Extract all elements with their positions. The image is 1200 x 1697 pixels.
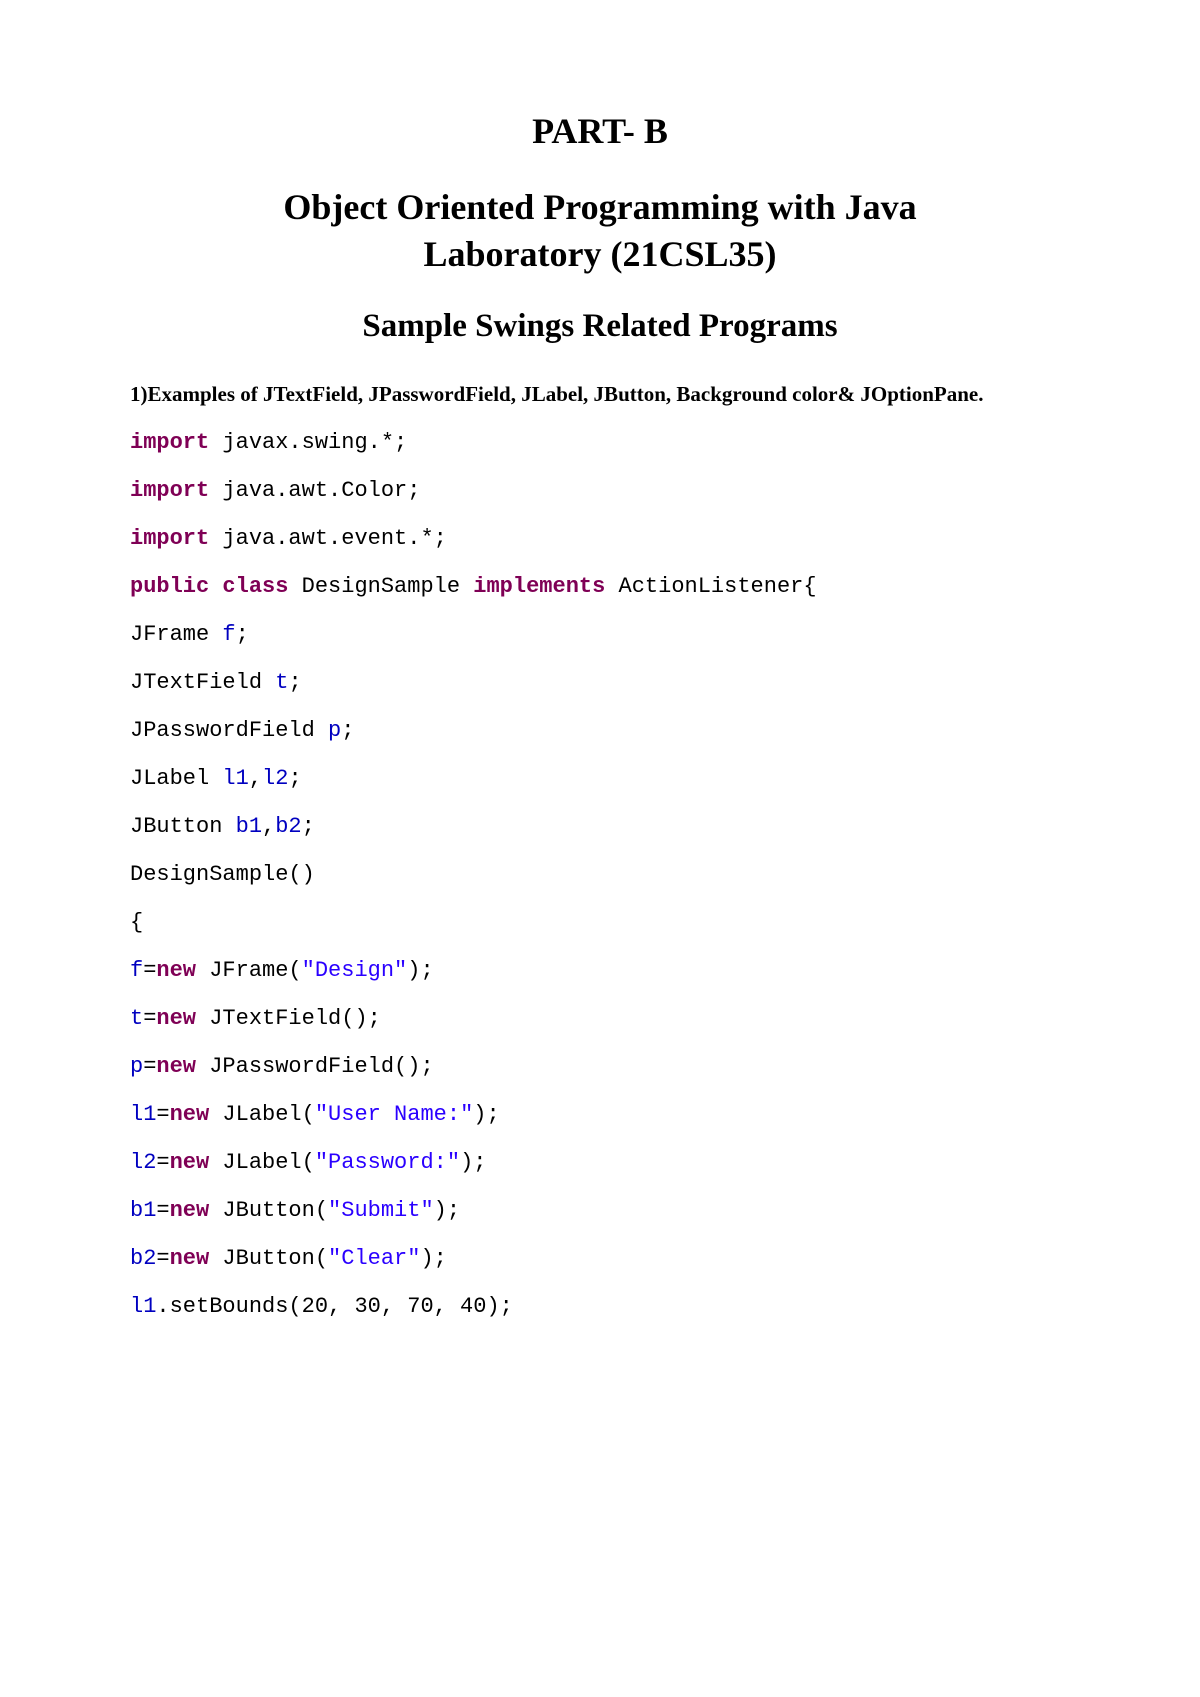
code-token: = (156, 1198, 169, 1223)
code-line: JButton b1,b2; (130, 816, 1070, 838)
code-line: { (130, 912, 1070, 934)
code-token: = (143, 1054, 156, 1079)
code-token: implements (473, 574, 605, 599)
code-token: b2 (130, 1246, 156, 1271)
code-token: = (143, 1006, 156, 1031)
code-block: import javax.swing.*;import java.awt.Col… (130, 432, 1070, 1318)
code-token: ); (420, 1246, 446, 1271)
code-token: DesignSample (288, 574, 473, 599)
code-token: = (156, 1246, 169, 1271)
code-token: ; (236, 622, 249, 647)
code-token: ); (407, 958, 433, 983)
code-token: public (130, 574, 209, 599)
code-token: "Clear" (328, 1246, 420, 1271)
code-token: ActionListener{ (605, 574, 816, 599)
code-token: JLabel( (209, 1102, 315, 1127)
code-token: b1 (130, 1198, 156, 1223)
code-token: ; (302, 814, 315, 839)
code-token: JButton( (209, 1198, 328, 1223)
example-label: 1)Examples of JTextField, JPasswordField… (130, 381, 1070, 408)
code-token: new (156, 1054, 196, 1079)
code-token: ; (288, 670, 301, 695)
code-line: JFrame f; (130, 624, 1070, 646)
code-token: new (170, 1150, 210, 1175)
code-token: "Submit" (328, 1198, 434, 1223)
code-token: b2 (275, 814, 301, 839)
code-token: ; (341, 718, 354, 743)
code-token: new (170, 1246, 210, 1271)
code-token: javax.swing.*; (209, 430, 407, 455)
code-token: ; (288, 766, 301, 791)
code-token: class (222, 574, 288, 599)
code-token: JPasswordField (130, 718, 328, 743)
code-line: DesignSample() (130, 864, 1070, 886)
code-token: JFrame( (196, 958, 302, 983)
code-line: import java.awt.Color; (130, 480, 1070, 502)
code-token: new (156, 958, 196, 983)
code-line: import java.awt.event.*; (130, 528, 1070, 550)
code-token: , (262, 814, 275, 839)
code-token: new (170, 1102, 210, 1127)
code-line: l1=new JLabel("User Name:"); (130, 1104, 1070, 1126)
code-token: java.awt.Color; (209, 478, 420, 503)
code-token: "Design" (302, 958, 408, 983)
code-line: l1.setBounds(20, 30, 70, 40); (130, 1296, 1070, 1318)
code-token: import (130, 526, 209, 551)
heading-part: PART- B (130, 110, 1070, 152)
code-token: JLabel( (209, 1150, 315, 1175)
code-line: JPasswordField p; (130, 720, 1070, 742)
code-token: t (275, 670, 288, 695)
code-token: = (143, 958, 156, 983)
code-token: ); (434, 1198, 460, 1223)
code-line: t=new JTextField(); (130, 1008, 1070, 1030)
code-token: = (156, 1150, 169, 1175)
code-token: p (328, 718, 341, 743)
code-token: f (222, 622, 235, 647)
code-token: JTextField (130, 670, 275, 695)
code-token: .setBounds(20, 30, 70, 40); (156, 1294, 512, 1319)
code-token: ); (460, 1150, 486, 1175)
code-token: l1 (130, 1102, 156, 1127)
title-line-2: Laboratory (21CSL35) (424, 234, 777, 274)
code-token: ); (473, 1102, 499, 1127)
code-token: t (130, 1006, 143, 1031)
title-line-1: Object Oriented Programming with Java (283, 187, 916, 227)
heading-title: Object Oriented Programming with Java La… (130, 184, 1070, 278)
code-token: new (156, 1006, 196, 1031)
code-line: l2=new JLabel("Password:"); (130, 1152, 1070, 1174)
code-line: public class DesignSample implements Act… (130, 576, 1070, 598)
code-line: f=new JFrame("Design"); (130, 960, 1070, 982)
code-token: JButton( (209, 1246, 328, 1271)
code-token: new (170, 1198, 210, 1223)
code-line: p=new JPasswordField(); (130, 1056, 1070, 1078)
code-token: "User Name:" (315, 1102, 473, 1127)
code-token: JLabel (130, 766, 222, 791)
code-token: , (249, 766, 262, 791)
code-token: l1 (222, 766, 248, 791)
code-line: JTextField t; (130, 672, 1070, 694)
code-token: p (130, 1054, 143, 1079)
code-token: JFrame (130, 622, 222, 647)
code-token: l2 (262, 766, 288, 791)
code-token: b1 (236, 814, 262, 839)
code-token: l2 (130, 1150, 156, 1175)
code-token: l1 (130, 1294, 156, 1319)
code-line: b2=new JButton("Clear"); (130, 1248, 1070, 1270)
code-line: import javax.swing.*; (130, 432, 1070, 454)
code-token: import (130, 478, 209, 503)
heading-subtitle: Sample Swings Related Programs (130, 308, 1070, 345)
code-line: JLabel l1,l2; (130, 768, 1070, 790)
code-token: JButton (130, 814, 236, 839)
code-token (209, 574, 222, 599)
code-token: java.awt.event.*; (209, 526, 447, 551)
code-token: f (130, 958, 143, 983)
code-token: DesignSample() (130, 862, 315, 887)
code-token: = (156, 1102, 169, 1127)
code-line: b1=new JButton("Submit"); (130, 1200, 1070, 1222)
code-token: JTextField(); (196, 1006, 381, 1031)
code-token: { (130, 910, 143, 935)
code-token: "Password:" (315, 1150, 460, 1175)
code-token: JPasswordField(); (196, 1054, 434, 1079)
code-token: import (130, 430, 209, 455)
